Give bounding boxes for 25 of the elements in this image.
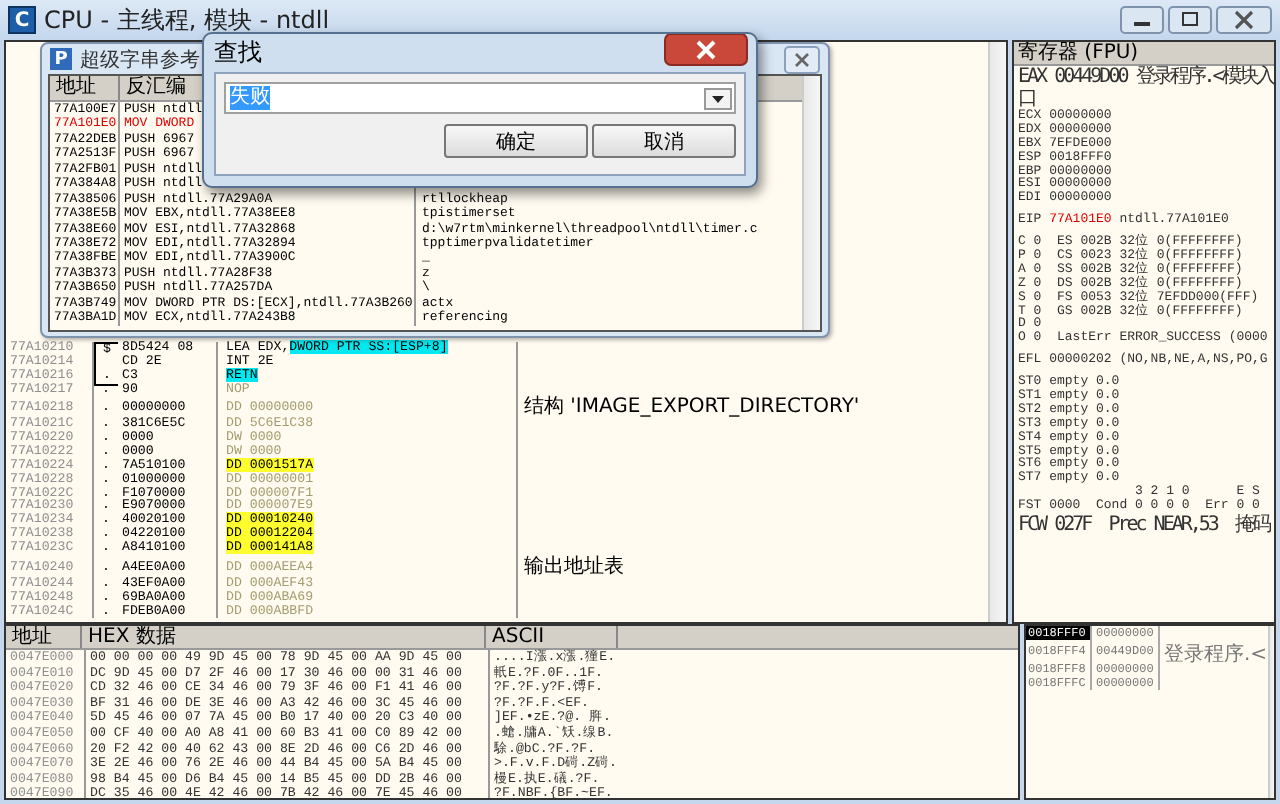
- caret-icon[interactable]: [704, 87, 732, 109]
- close-icon[interactable]: [1216, 6, 1272, 34]
- window-title: CPU - 主线程, 模块 - ntdll: [44, 3, 330, 37]
- dialog-title: 查找: [214, 36, 262, 70]
- comment-text: 结构 'IMAGE_EXPORT_DIRECTORY': [524, 396, 860, 419]
- cpu-window-icon: C: [8, 6, 36, 34]
- comment-text: 登录程序.<: [1162, 641, 1268, 662]
- dialog-button[interactable]: 取消: [592, 124, 736, 158]
- column-header[interactable]: 地址: [6, 626, 82, 648]
- comment-text: 输出地址表: [524, 555, 624, 578]
- close-icon[interactable]: [784, 45, 820, 73]
- scrollbar[interactable]: [1267, 626, 1274, 798]
- column-header[interactable]: 地址: [50, 76, 120, 100]
- register-line: EAX 00449D00 登录程序.<模块入口: [1016, 66, 1274, 110]
- scrollbar[interactable]: [988, 42, 1006, 622]
- close-icon[interactable]: [664, 34, 748, 66]
- window-title: 超级字串参考: [80, 47, 200, 73]
- scrollbar[interactable]: [802, 76, 820, 330]
- register-line: FCW 027F Prec NEAR,53 掩码: [1016, 514, 1272, 537]
- column-header[interactable]: HEX 数据: [82, 626, 486, 648]
- maximize-icon[interactable]: [1168, 6, 1212, 34]
- plugin-icon: P: [50, 48, 72, 70]
- minimize-icon[interactable]: [1120, 6, 1164, 34]
- dialog-button[interactable]: 确定: [444, 124, 588, 158]
- column-header[interactable]: ASCII: [486, 626, 618, 648]
